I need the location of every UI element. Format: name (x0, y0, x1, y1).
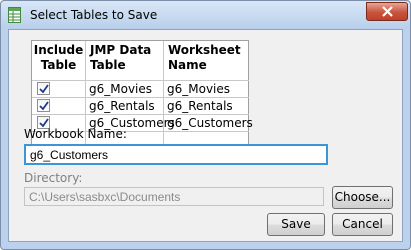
close-icon (382, 6, 393, 17)
directory-input (24, 187, 324, 206)
header-jmp-data-table: JMP Data Table (90, 43, 152, 72)
jmp-table-icon (8, 7, 21, 23)
title-bar[interactable]: Select Tables to Save (1, 1, 410, 29)
data-table-cell: g6_Rentals (89, 99, 155, 113)
close-button[interactable] (366, 2, 408, 21)
workbook-name-input[interactable] (24, 144, 328, 165)
choose-button[interactable]: Choose... (332, 186, 393, 209)
checkmark-icon (39, 101, 49, 111)
header-include-table: Include Table (33, 43, 84, 72)
data-table-cell: g6_Movies (89, 82, 153, 96)
header-worksheet-name: Worksheet Name (168, 43, 241, 72)
directory-label: Directory: (24, 171, 83, 185)
worksheet-cell[interactable]: g6_Movies (167, 82, 230, 96)
dialog-body: Include Table JMP Data Table Worksheet N… (8, 29, 403, 242)
worksheet-cell[interactable]: g6_Customers (167, 116, 253, 130)
window-title: Select Tables to Save (30, 8, 158, 22)
save-button[interactable]: Save (267, 213, 325, 236)
checkmark-icon (39, 84, 49, 94)
cancel-button[interactable]: Cancel (332, 213, 393, 236)
dialog-window: Select Tables to Save Include Table JMP … (0, 0, 411, 250)
include-checkbox[interactable] (37, 99, 50, 112)
include-checkbox[interactable] (37, 82, 50, 95)
worksheet-cell[interactable]: g6_Rentals (167, 99, 233, 113)
workbook-name-label: Workbook Name: (24, 127, 127, 141)
